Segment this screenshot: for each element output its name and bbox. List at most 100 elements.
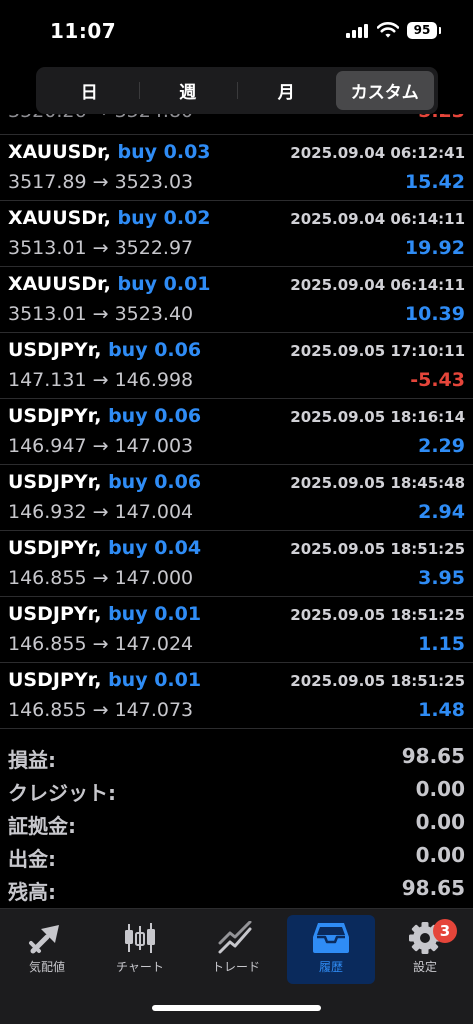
account-summary: 損益: 98.65 クレジット: 0.00 証拠金: 0.00 出金: 0.00… <box>0 740 473 905</box>
history-tray-icon <box>313 923 349 953</box>
trade-profit: 10.39 <box>404 303 465 325</box>
trade-prices: 3513.01 → 3523.40 <box>8 303 194 325</box>
summary-profit-row: 損益: 98.65 <box>0 740 473 773</box>
tab-trade[interactable]: トレード <box>192 915 280 984</box>
trade-symbol: USDJPYr, <box>8 405 102 427</box>
tab-label: 履歴 <box>318 960 343 974</box>
history-list[interactable]: 3520.26 → 3524.80 -5.23 XAUUSDr, buy 0.0… <box>0 114 473 736</box>
summary-label: 損益: <box>8 748 56 772</box>
table-row[interactable]: USDJPYr, buy 0.01 2025.09.05 18:51:25 14… <box>0 597 473 663</box>
trade-profit: 2.29 <box>418 435 465 457</box>
trade-profit: 15.42 <box>404 171 465 193</box>
summary-value: 98.65 <box>401 744 465 768</box>
tab-label: 設定 <box>412 960 437 974</box>
trade-symbol: USDJPYr, <box>8 339 102 361</box>
tab-day[interactable]: 日 <box>40 71 139 110</box>
table-row[interactable]: USDJPYr, buy 0.06 2025.09.05 18:45:48 14… <box>0 465 473 531</box>
trade-date: 2025.09.05 18:51:25 <box>290 540 465 558</box>
summary-deposit-row: 証拠金: 0.00 <box>0 806 473 839</box>
tab-settings[interactable]: 設定 3 <box>381 915 469 984</box>
summary-value: 0.00 <box>415 777 465 801</box>
trade-side: buy 0.03 <box>117 141 211 163</box>
trade-symbol: XAUUSDr, <box>8 141 111 163</box>
summary-label: クレジット: <box>8 781 116 805</box>
status-bar: 11:07 95 <box>0 0 473 60</box>
tab-quotes[interactable]: 気配値 <box>3 915 91 984</box>
trade-profit: -5.43 <box>410 369 465 391</box>
trade-date: 2025.09.05 18:51:25 <box>290 606 465 624</box>
trade-profit: 1.15 <box>418 633 465 655</box>
tab-month[interactable]: 月 <box>237 71 336 110</box>
table-row[interactable]: USDJPYr, buy 0.04 2025.09.05 18:51:25 14… <box>0 531 473 597</box>
cellular-signal-icon <box>346 24 370 38</box>
trade-date: 2025.09.05 18:51:25 <box>290 672 465 690</box>
trade-prices: 146.932 → 147.004 <box>8 501 194 523</box>
trade-side: buy 0.06 <box>108 405 202 427</box>
trade-prices: 147.131 → 146.998 <box>8 369 194 391</box>
trade-prices: 146.855 → 147.000 <box>8 567 194 589</box>
home-indicator <box>152 1005 321 1011</box>
trade-date: 2025.09.05 17:10:11 <box>290 342 465 360</box>
tab-chart[interactable]: チャート <box>96 915 184 984</box>
tab-week[interactable]: 週 <box>138 71 238 110</box>
trade-symbol: USDJPYr, <box>8 669 102 691</box>
table-row[interactable]: USDJPYr, buy 0.01 2025.09.05 18:51:25 14… <box>0 663 473 729</box>
trade-profit: 3.95 <box>418 567 465 589</box>
summary-label: 証拠金: <box>8 814 76 838</box>
summary-credit-row: クレジット: 0.00 <box>0 773 473 806</box>
trade-prices: 146.947 → 147.003 <box>8 435 194 457</box>
summary-withdrawal-row: 出金: 0.00 <box>0 839 473 872</box>
trade-date: 2025.09.04 06:14:11 <box>290 210 465 228</box>
trade-profit: 19.92 <box>404 237 465 259</box>
status-time: 11:07 <box>50 19 117 43</box>
trade-side: buy 0.04 <box>108 537 202 559</box>
summary-value: 0.00 <box>415 810 465 834</box>
table-row[interactable]: USDJPYr, buy 0.06 2025.09.05 18:16:14 14… <box>0 399 473 465</box>
trade-date: 2025.09.05 18:16:14 <box>290 408 465 426</box>
trade-side: buy 0.01 <box>117 273 211 295</box>
wifi-icon <box>377 22 399 38</box>
summary-label: 出金: <box>8 847 56 871</box>
trade-side: buy 0.06 <box>108 471 202 493</box>
table-row-partial[interactable]: 3520.26 → 3524.80 -5.23 <box>0 114 473 135</box>
trade-date: 2025.09.04 06:14:11 <box>290 276 465 294</box>
summary-value: 98.65 <box>401 876 465 900</box>
trade-profit: 1.48 <box>418 699 465 721</box>
table-row[interactable]: XAUUSDr, buy 0.01 2025.09.04 06:14:11 35… <box>0 267 473 333</box>
trade-symbol: USDJPYr, <box>8 537 102 559</box>
tab-label: トレード <box>211 960 260 974</box>
trade-date: 2025.09.04 06:12:41 <box>290 144 465 162</box>
battery-icon: 95 <box>407 22 441 39</box>
trade-prices: 146.855 → 147.073 <box>8 699 194 721</box>
trade-symbol: USDJPYr, <box>8 603 102 625</box>
trade-prices: 3513.01 → 3522.97 <box>8 237 194 259</box>
trade-symbol: XAUUSDr, <box>8 273 111 295</box>
trade-profit: 2.94 <box>418 501 465 523</box>
table-row[interactable]: XAUUSDr, buy 0.02 2025.09.04 06:14:11 35… <box>0 201 473 267</box>
trade-profit: -5.23 <box>410 114 465 122</box>
summary-value: 0.00 <box>415 843 465 867</box>
trade-prices: 146.855 → 147.024 <box>8 633 194 655</box>
summary-label: 残高: <box>8 880 56 904</box>
trade-symbol: USDJPYr, <box>8 471 102 493</box>
tab-custom[interactable]: カスタム <box>335 71 434 110</box>
trade-date: 2025.09.05 18:45:48 <box>290 474 465 492</box>
trade-prices: 3517.89 → 3523.03 <box>8 171 194 193</box>
trade-side: buy 0.01 <box>108 603 202 625</box>
period-segmented-control: 日 週 月 カスタム <box>36 67 438 114</box>
notification-badge: 3 <box>433 919 457 943</box>
table-row[interactable]: XAUUSDr, buy 0.03 2025.09.04 06:12:41 35… <box>0 135 473 201</box>
quotes-icon <box>29 925 59 954</box>
summary-balance-row: 残高: 98.65 <box>0 872 473 905</box>
trade-side: buy 0.01 <box>108 669 202 691</box>
trade-side: buy 0.06 <box>108 339 202 361</box>
trade-symbol: XAUUSDr, <box>8 207 111 229</box>
tab-history[interactable]: 履歴 <box>287 915 375 984</box>
tab-label: チャート <box>116 960 164 974</box>
trade-line-icon <box>218 921 252 954</box>
trade-side: buy 0.02 <box>117 207 211 229</box>
trade-prices: 3520.26 → 3524.80 <box>8 114 193 122</box>
candlestick-chart-icon <box>125 923 155 953</box>
tab-label: 気配値 <box>28 960 65 974</box>
table-row[interactable]: USDJPYr, buy 0.06 2025.09.05 17:10:11 14… <box>0 333 473 399</box>
